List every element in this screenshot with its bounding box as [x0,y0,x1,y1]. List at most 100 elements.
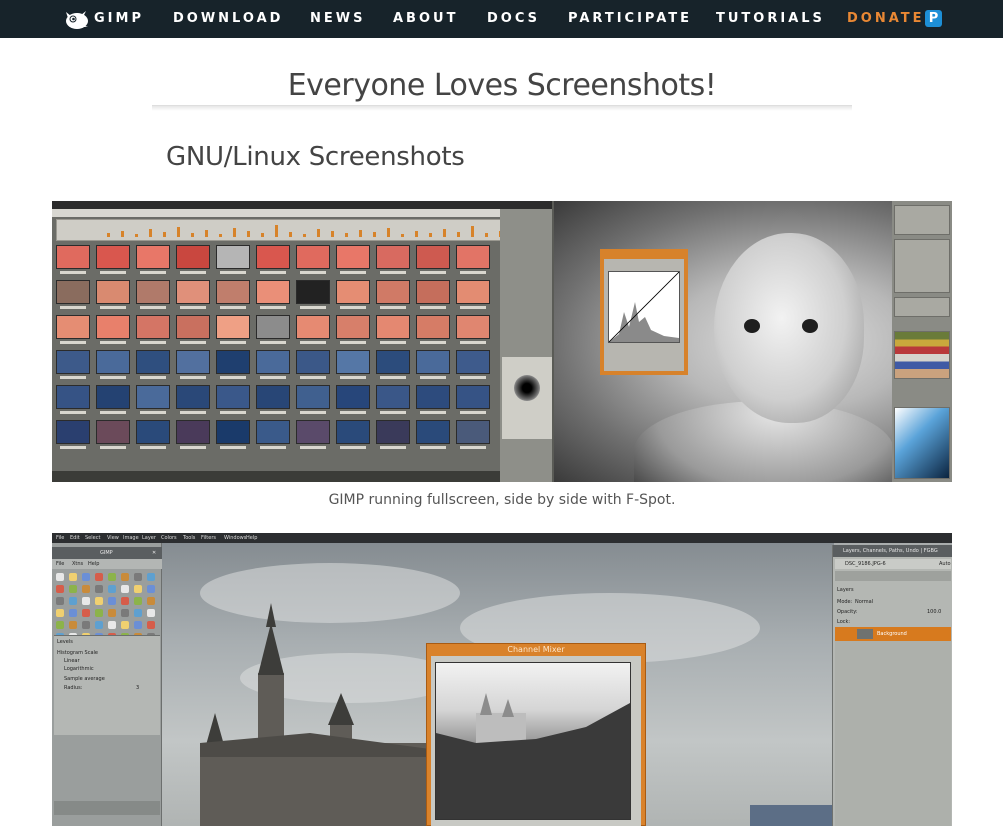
menu-windows: Windows [224,535,247,541]
tool-icon[interactable] [82,597,90,605]
tool-icon[interactable] [108,573,116,581]
nav-download-link[interactable]: DOWNLOAD [173,0,283,38]
tool-icon[interactable] [95,573,103,581]
thumbnail-caption [140,306,166,309]
tool-icon[interactable] [69,621,77,629]
photo-thumbnail [336,315,370,339]
auto-button[interactable]: Auto [939,561,951,567]
tool-icon[interactable] [108,609,116,617]
scale-linear-option[interactable]: Linear [64,658,80,664]
thumbnail-caption [260,446,286,449]
tool-icon[interactable] [147,573,155,581]
toolbox-menu-file[interactable]: File [56,561,64,567]
fspot-menubar [52,209,552,217]
photo-thumbnail [136,280,170,304]
tool-icon[interactable] [95,597,103,605]
layer-thumbnail [857,629,873,639]
gimp-logo-icon[interactable] [62,8,90,30]
tool-icon[interactable] [134,573,142,581]
photo-thumbnail [456,420,490,444]
photo-thumbnail [176,245,210,269]
nav-participate-link[interactable]: PARTICIPATE [568,0,692,38]
photo-thumbnail [296,350,330,374]
mode-select[interactable]: Normal [855,599,873,605]
thumbnail-caption [180,306,206,309]
tool-icon[interactable] [95,621,103,629]
thumbnail-caption [340,411,366,414]
tool-icon[interactable] [69,585,77,593]
tool-icon[interactable] [56,621,64,629]
photo-thumbnail [216,280,250,304]
tool-icon[interactable] [121,597,129,605]
paypal-icon[interactable]: P [925,10,942,27]
radius-value[interactable]: 3 [136,685,139,691]
tool-icon[interactable] [134,597,142,605]
tool-icon[interactable] [56,597,64,605]
timeline-bar [205,230,208,237]
photo-thumbnail [296,385,330,409]
tool-icon[interactable] [82,609,90,617]
tool-icon[interactable] [56,609,64,617]
image-selector[interactable]: DSC_9186.JPG-6 Auto [835,559,951,569]
tool-icon[interactable] [121,609,129,617]
tool-icon[interactable] [69,609,77,617]
tool-icon[interactable] [134,585,142,593]
thumbnail-caption [420,411,446,414]
nav-tutorials-link[interactable]: TUTORIALS [716,0,825,38]
thumbnail-caption [180,341,206,344]
timeline-bar [177,227,180,237]
layers-dock: Layers, Channels, Paths, Undo | FGBG DSC… [832,545,952,826]
tool-icon[interactable] [147,597,155,605]
screenshot-gimp-fspot[interactable] [52,201,952,482]
photo-thumbnail [136,385,170,409]
tool-icon[interactable] [121,585,129,593]
tool-icon[interactable] [108,621,116,629]
photo-thumbnail [256,350,290,374]
tool-icon[interactable] [121,621,129,629]
thumbnail-caption [60,271,86,274]
photo-thumbnail [296,245,330,269]
thumbnail-caption [420,271,446,274]
tool-icon[interactable] [95,585,103,593]
close-icon[interactable]: ✕ [152,550,156,556]
tool-icon[interactable] [56,573,64,581]
tool-icon[interactable] [134,621,142,629]
channel-mixer-dialog: Channel Mixer [426,643,646,826]
thumbnail-caption [260,271,286,274]
toolbox-menu-help[interactable]: Help [88,561,99,567]
toolbox-menu-xtns[interactable]: Xtns [72,561,83,567]
tool-icon[interactable] [69,573,77,581]
tool-icon[interactable] [82,573,90,581]
tool-icon[interactable] [82,585,90,593]
tool-icon[interactable] [95,609,103,617]
nav-gimp-home-link[interactable]: GIMP [94,0,144,38]
nav-docs-link[interactable]: DOCS [487,0,540,38]
scale-log-option[interactable]: Logarithmic [64,666,94,672]
fspot-statusbar [52,471,500,482]
menu-file: File [56,535,65,541]
tool-icon[interactable] [147,621,155,629]
tool-icon[interactable] [121,573,129,581]
opacity-value[interactable]: 100.0 [927,609,941,615]
layer-row-selected[interactable]: Background [835,627,951,641]
nav-about-link[interactable]: ABOUT [393,0,458,38]
screenshot-gimp-channel-mixer[interactable]: File Edit Select View Image Layer Colors… [52,533,952,826]
thumbnail-caption [460,271,486,274]
tool-icon[interactable] [69,597,77,605]
nav-news-link[interactable]: NEWS [310,0,365,38]
thumbnail-caption [260,376,286,379]
menu-colors: Colors [161,535,177,541]
photo-thumbnail [256,315,290,339]
tool-icon[interactable] [147,609,155,617]
tool-icon[interactable] [134,609,142,617]
photo-thumbnail [336,245,370,269]
tool-icon[interactable] [108,585,116,593]
tool-icon[interactable] [147,585,155,593]
thumbnail-caption [380,341,406,344]
tool-icon[interactable] [82,621,90,629]
sample-average-checkbox[interactable]: Sample average [64,676,105,682]
nav-donate-link[interactable]: DONATE [847,0,925,38]
preview-castle [436,693,630,819]
tool-icon[interactable] [56,585,64,593]
tool-icon[interactable] [108,597,116,605]
